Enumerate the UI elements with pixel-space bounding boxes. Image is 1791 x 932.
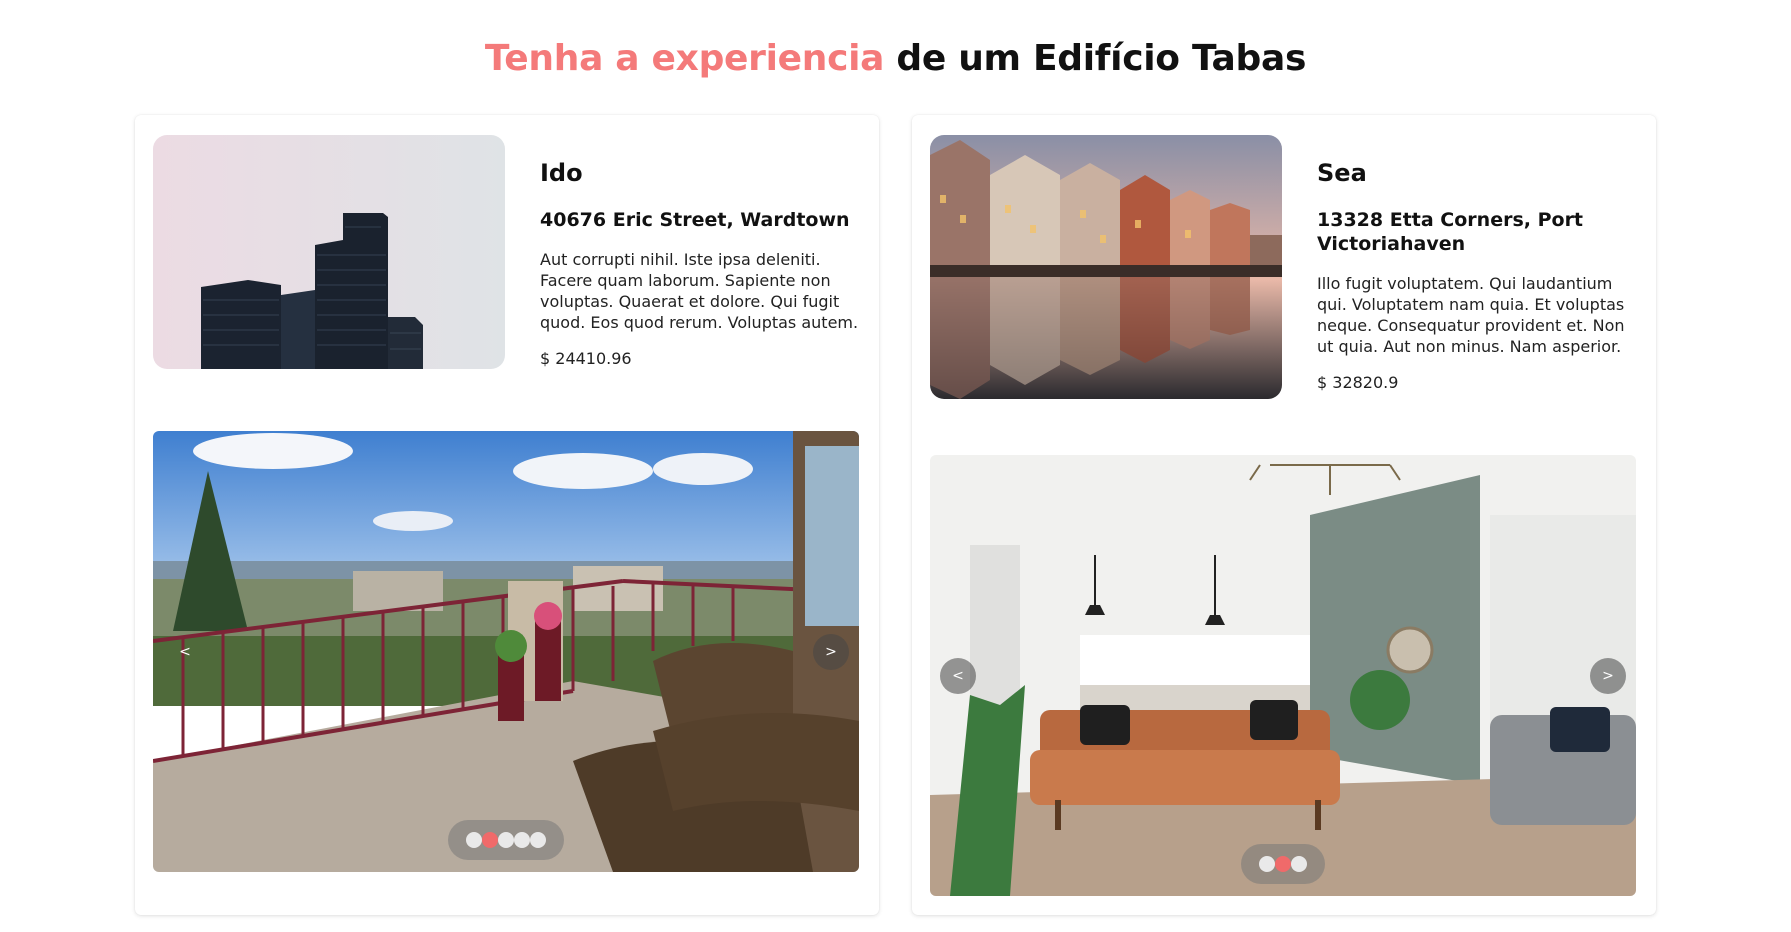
carousel-slide-image <box>153 431 859 872</box>
page-title: Tenha a experiencia de um Edifício Tabas <box>0 38 1791 79</box>
property-price: $ 32820.9 <box>1317 372 1399 392</box>
property-description: Aut corrupti nihil. Iste ipsa deleniti. … <box>540 249 859 333</box>
property-info: Ido 40676 Eric Street, Wardtown Aut corr… <box>540 159 862 368</box>
carousel-prev-button[interactable]: < <box>167 634 203 670</box>
carousel-dot[interactable] <box>514 832 530 848</box>
property-address: 13328 Etta Corners, Port Victoriahaven <box>1317 209 1584 255</box>
carousel-indicators <box>1241 844 1325 884</box>
carousel-dot[interactable] <box>530 832 546 848</box>
property-name: Sea <box>1317 159 1367 187</box>
property-thumbnail <box>930 135 1282 399</box>
property-card: Ido 40676 Eric Street, Wardtown Aut corr… <box>135 115 879 915</box>
photo-carousel[interactable]: < > <box>930 455 1636 896</box>
property-info: Sea 13328 Etta Corners, Port Victoriahav… <box>1317 159 1639 392</box>
property-price: $ 24410.96 <box>540 349 632 369</box>
carousel-next-button[interactable]: > <box>1590 657 1626 694</box>
property-thumbnail <box>153 135 505 369</box>
carousel-next-button[interactable]: > <box>813 633 849 670</box>
carousel-indicators <box>448 820 564 860</box>
property-card: Sea 13328 Etta Corners, Port Victoriahav… <box>912 115 1656 915</box>
carousel-prev-button[interactable]: < <box>940 657 976 694</box>
carousel-dot[interactable] <box>1291 856 1307 872</box>
photo-carousel[interactable]: < > <box>153 431 859 872</box>
carousel-dot-active[interactable] <box>1275 856 1291 872</box>
page-title-rest: de um Edifício Tabas <box>884 38 1307 79</box>
page-title-accent: Tenha a experiencia <box>484 38 885 79</box>
carousel-dot-active[interactable] <box>482 832 498 848</box>
property-address: 40676 Eric Street, Wardtown <box>540 209 850 231</box>
carousel-slide-image <box>930 455 1636 896</box>
property-name: Ido <box>540 159 583 187</box>
carousel-dot[interactable] <box>498 832 514 848</box>
property-description: Illo fugit voluptatem. Qui laudantium qu… <box>1317 273 1625 356</box>
carousel-dot[interactable] <box>466 832 482 848</box>
carousel-dot[interactable] <box>1259 856 1275 872</box>
